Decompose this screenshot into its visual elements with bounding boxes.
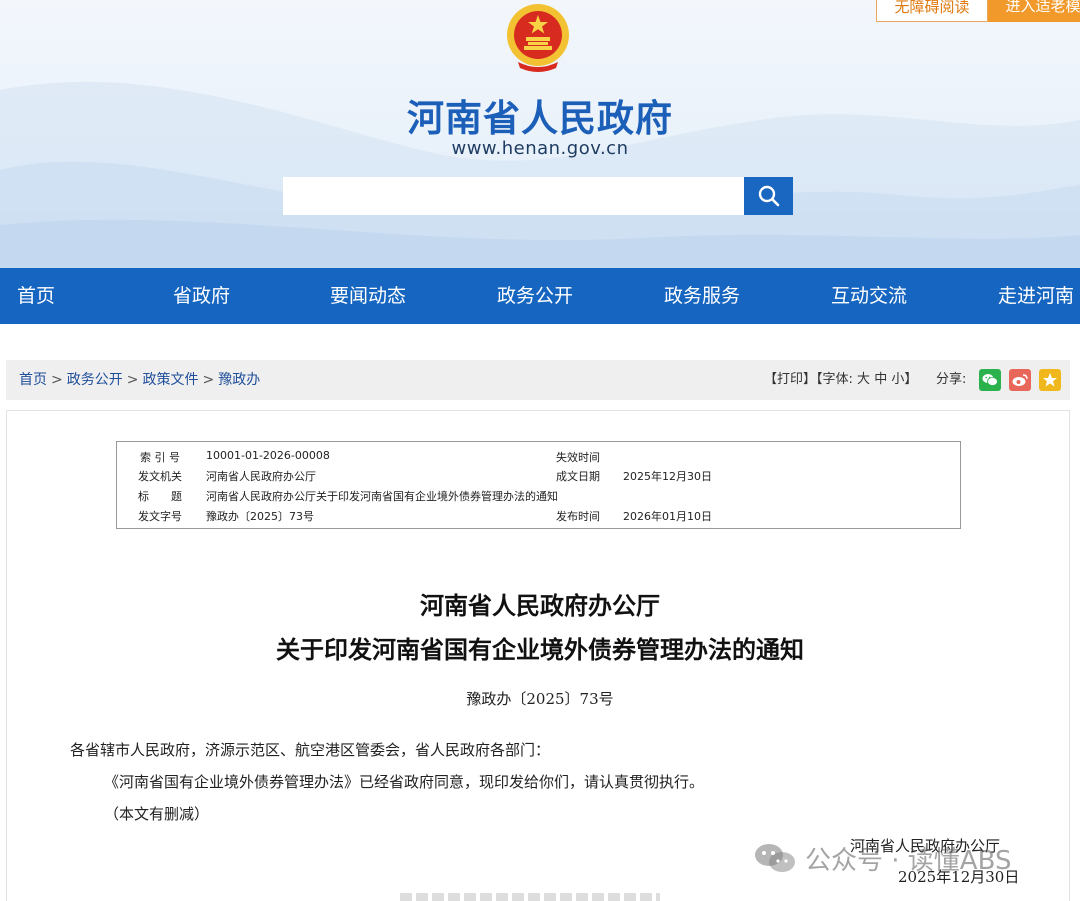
print-button[interactable]: 【打印】 [764, 372, 816, 387]
site-header: 无障碍阅读 进入适老模 河南省人民政府 www.henan.gov.cn [0, 0, 1080, 268]
site-url: www.henan.gov.cn [451, 138, 629, 159]
document-title-line-1: 河南省人民政府办公厅 [420, 591, 660, 620]
meta-docno-value: 豫政办〔2025〕73号 [206, 510, 314, 523]
breadcrumb-bar: 首页 > 政务公开 > 政策文件 > 豫政办 【打印】【字体: 大 中 小】 分享: [6, 360, 1070, 400]
font-size-prefix: 【字体: [816, 372, 853, 387]
meta-docno-label: 发文字号 [138, 510, 182, 523]
breadcrumb-yuzhengban[interactable]: 豫政办 [218, 372, 260, 388]
national-emblem-icon [507, 4, 569, 72]
weibo-icon [1012, 374, 1028, 386]
search-icon [758, 185, 779, 207]
breadcrumb-separator: > [202, 372, 215, 388]
nav-item-about-henan[interactable]: 走进河南 [998, 268, 1074, 324]
wechat-watermark-icon [755, 844, 795, 872]
breadcrumb-separator: > [126, 372, 139, 388]
breadcrumb-policy-documents[interactable]: 政策文件 [142, 372, 198, 388]
nav-item-interaction[interactable]: 互动交流 [831, 268, 907, 324]
document-salutation: 各省辖市人民政府，济源示范区、航空港区管委会，省人民政府各部门： [70, 741, 551, 759]
meta-issuer-value: 河南省人民政府办公厅 [206, 470, 316, 483]
watermark: 公众号 · 读懂ABS [753, 838, 1011, 878]
font-size-suffix: 】 [904, 372, 918, 387]
search-input[interactable] [283, 177, 744, 215]
font-medium-button[interactable]: 中 [874, 372, 887, 387]
breadcrumb-separator: > [51, 372, 63, 388]
search-button[interactable] [744, 177, 793, 215]
nav-item-government-services[interactable]: 政务服务 [664, 268, 740, 324]
nav-item-home[interactable]: 首页 [17, 268, 55, 324]
wechat-icon [982, 374, 998, 386]
accessibility-reading-button[interactable]: 无障碍阅读 [876, 0, 988, 22]
meta-published-value: 2026年01月10日 [623, 510, 712, 523]
document-body: 《河南省国有企业境外债券管理办法》已经省政府同意，现印发给你们，请认真贯彻执行。 [104, 773, 705, 791]
watermark-text: 公众号 · 读懂ABS [805, 845, 1012, 876]
breadcrumb-government-affairs[interactable]: 政务公开 [67, 372, 123, 388]
wechat-share-button[interactable] [979, 369, 1001, 391]
document-number: 豫政办〔2025〕73号 [466, 690, 614, 708]
main-nav: 首页 省政府 要闻动态 政务公开 政务服务 互动交流 走进河南 [0, 268, 1080, 324]
elder-mode-button[interactable]: 进入适老模 [988, 0, 1080, 22]
nav-item-provincial-government[interactable]: 省政府 [173, 268, 230, 324]
share-label: 分享: [936, 372, 967, 387]
nav-item-government-affairs[interactable]: 政务公开 [497, 268, 573, 324]
document-title-line-2: 关于印发河南省国有企业境外债券管理办法的通知 [276, 635, 804, 664]
site-title: 河南省人民政府 [407, 97, 673, 140]
breadcrumb: 首页 > 政务公开 > 政策文件 > 豫政办 [19, 360, 260, 400]
meta-created-label: 成文日期 [556, 470, 600, 483]
page-tools: 【打印】【字体: 大 中 小】 [764, 360, 917, 400]
meta-created-value: 2025年12月30日 [623, 470, 712, 483]
meta-issuer-label: 发文机关 [138, 470, 182, 483]
favorite-share-button[interactable] [1039, 369, 1061, 391]
meta-index-value: 10001-01-2026-00008 [206, 449, 330, 462]
favorite-icon [1043, 373, 1057, 387]
nav-item-news[interactable]: 要闻动态 [330, 268, 406, 324]
weibo-share-button[interactable] [1009, 369, 1031, 391]
document-note: （本文有删减） [104, 805, 210, 823]
meta-published-label: 发布时间 [556, 510, 600, 523]
font-small-button[interactable]: 小 [891, 372, 904, 387]
font-large-button[interactable]: 大 [857, 372, 870, 387]
meta-title-value: 河南省人民政府办公厅关于印发河南省国有企业境外债券管理办法的通知 [206, 490, 558, 503]
breadcrumb-home[interactable]: 首页 [19, 372, 47, 388]
meta-title-label: 标 题 [138, 490, 182, 503]
meta-expiry-label: 失效时间 [556, 451, 600, 464]
cut-off-text-line [400, 893, 660, 901]
meta-index-label: 索 引 号 [140, 451, 180, 464]
